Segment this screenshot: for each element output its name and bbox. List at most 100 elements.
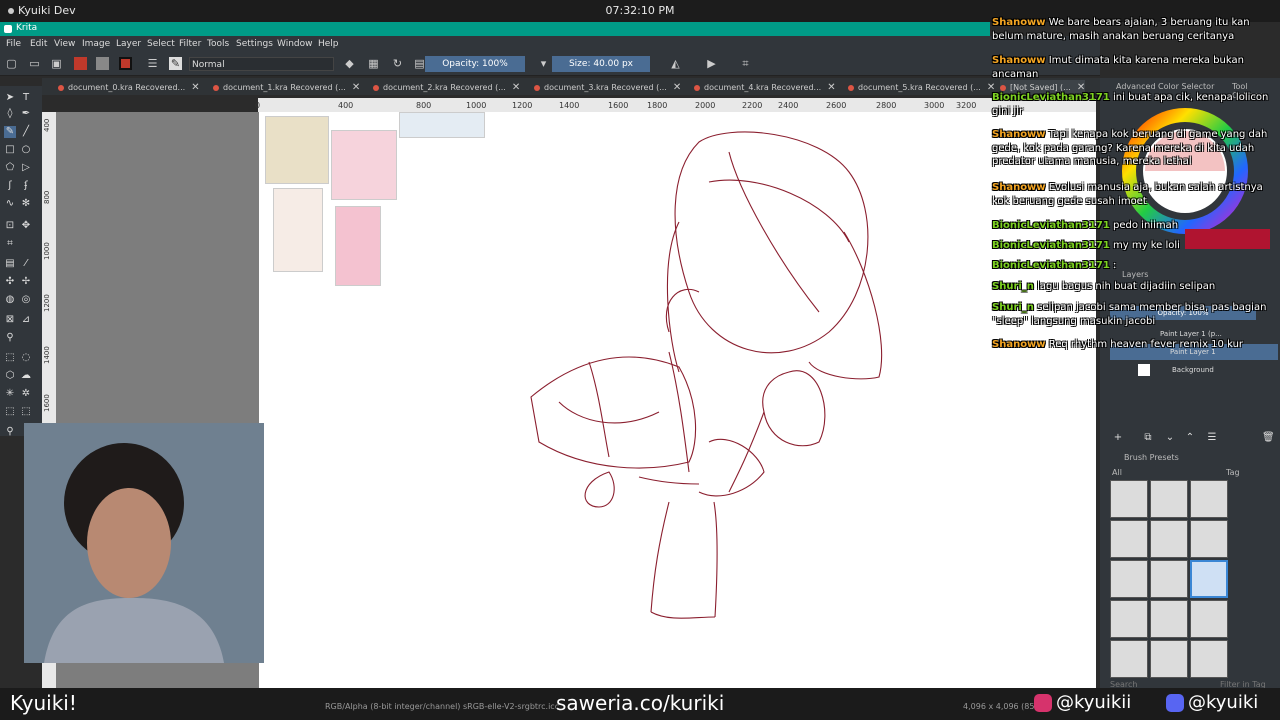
reload-icon[interactable]: ↻ [391,57,404,70]
select-shapes-icon[interactable]: ➤ [4,92,16,104]
brush-preset[interactable] [1110,520,1148,558]
brush-preset[interactable] [1150,480,1188,518]
add-layer-icon[interactable]: + [1112,432,1124,444]
line-tool-icon[interactable]: ╱ [20,126,32,138]
brush-preset[interactable] [1150,600,1188,638]
text-tool-icon[interactable]: T [20,92,32,104]
menu-select[interactable]: Select [147,39,175,49]
brush-preset[interactable] [1150,520,1188,558]
transform-tool-icon[interactable]: ⊡ [4,220,16,232]
tag-label[interactable]: Tag [1226,468,1240,477]
polygon-select-icon[interactable]: ⬡ [4,370,16,382]
move-tool-icon[interactable]: ✥ [20,220,32,232]
close-icon[interactable]: ✕ [352,80,360,95]
rect-select-icon[interactable]: ⬚ [4,352,16,364]
tab-document-4[interactable]: document_4.kra Recovered... ✕ [694,80,836,95]
measure-tool-icon[interactable]: ⊿ [20,314,32,326]
assistant-icon[interactable]: ⊠ [4,314,16,326]
save-icon[interactable]: ▣ [50,57,63,70]
gradient-icon[interactable] [96,57,109,70]
multibrush-icon[interactable]: ✻ [20,198,32,210]
freehand-select-icon[interactable]: ☁ [20,370,32,382]
close-icon[interactable]: ✕ [673,80,681,95]
menu-file[interactable]: File [6,39,21,49]
tab-document-5[interactable]: document_5.kra Recovered (... ✕ [848,80,995,95]
similar-select-icon[interactable]: ✲ [20,388,32,400]
mirror-vertical-icon[interactable]: ▶ [705,57,718,70]
ellipse-select-icon[interactable]: ◌ [20,352,32,364]
brush-settings-icon[interactable]: ☰ [146,57,159,70]
delete-layer-icon[interactable]: 🗑 [1262,432,1275,444]
brush-preset[interactable] [1150,640,1188,678]
close-icon[interactable]: ✕ [191,80,199,95]
magnetic-select-icon[interactable]: ⬚ [20,406,32,418]
layer-item[interactable]: Background [1110,362,1278,378]
brush-preset[interactable] [1150,560,1188,598]
polyline-tool-icon[interactable]: ▷ [20,162,32,174]
menu-edit[interactable]: Edit [30,39,47,49]
menu-tools[interactable]: Tools [207,39,229,49]
new-document-icon[interactable]: ▢ [5,57,18,70]
crop-icon[interactable]: ⌗ [739,57,752,70]
gradient-tool-icon[interactable]: ▤ [4,258,16,270]
move-layer-up-icon[interactable]: ⌃ [1184,432,1196,444]
brush-preset[interactable] [1110,640,1148,678]
bezier-select-icon[interactable]: ⬚ [4,406,16,418]
reference-tool-icon[interactable]: ⚲ [4,332,16,344]
contiguous-select-icon[interactable]: ✳ [4,388,16,400]
dynamic-brush-icon[interactable]: ∿ [4,198,16,210]
assistant-tool-icon[interactable]: ✢ [20,276,32,288]
eraser-icon[interactable]: ◆ [343,57,356,70]
mirror-horizontal-icon[interactable]: ◭ [669,57,682,70]
menu-view[interactable]: View [54,39,75,49]
pattern-icon[interactable] [74,57,87,70]
open-icon[interactable]: ▭ [28,57,41,70]
fg-bg-color-icon[interactable] [119,57,132,70]
menu-layer[interactable]: Layer [116,39,141,49]
alpha-lock-icon[interactable]: ▦ [367,57,380,70]
size-slider[interactable]: Size: 40.00 px [552,56,650,72]
opacity-slider[interactable]: Opacity: 100% [425,56,525,72]
menu-help[interactable]: Help [318,39,339,49]
calligraphy-icon[interactable]: ✒ [20,108,32,120]
bezier-tool-icon[interactable]: ʃ [4,180,16,192]
layer-properties-icon[interactable]: ☰ [1206,432,1218,444]
tab-document-1[interactable]: document_1.kra Recovered (... ✕ [213,80,360,95]
close-icon[interactable]: ✕ [512,80,520,95]
close-icon[interactable]: ✕ [827,80,835,95]
fill-tool-icon[interactable]: ◍ [4,294,16,306]
menu-settings[interactable]: Settings [236,39,273,49]
menu-window[interactable]: Window [277,39,313,49]
chevron-down-icon[interactable]: ▾ [537,57,550,70]
freehand-path-icon[interactable]: ʄ [20,180,32,192]
brush-filter-select[interactable]: All [1112,468,1122,477]
menu-filter[interactable]: Filter [179,39,201,49]
edit-shapes-icon[interactable]: ◊ [4,108,16,120]
brush-preset[interactable] [1110,480,1148,518]
rectangle-tool-icon[interactable]: □ [4,144,16,156]
move-layer-down-icon[interactable]: ⌄ [1164,432,1176,444]
duplicate-layer-icon[interactable]: ⧉ [1142,432,1154,444]
crop-tool-icon[interactable]: ⌗ [4,238,16,250]
color-picker-icon[interactable]: ⁄ [20,258,32,270]
tab-document-3[interactable]: document_3.kra Recovered (... ✕ [534,80,681,95]
brush-preset-icon[interactable]: ✎ [169,57,182,70]
ellipse-tool-icon[interactable]: ○ [20,144,32,156]
brush-preset-selected[interactable] [1190,560,1228,598]
brush-preset[interactable] [1110,560,1148,598]
brush-preset[interactable] [1190,600,1228,638]
drawing-canvas[interactable] [259,112,1096,688]
polygon-tool-icon[interactable]: ⬠ [4,162,16,174]
brush-preset[interactable] [1190,520,1228,558]
brush-preset[interactable] [1190,640,1228,678]
freehand-brush-icon[interactable]: ✎ [4,126,16,138]
tab-document-2[interactable]: document_2.kra Recovered (... ✕ [373,80,520,95]
tab-document-0[interactable]: document_0.kra Recovered... ✕ [58,80,200,95]
enclose-fill-icon[interactable]: ◎ [20,294,32,306]
zoom-tool-icon[interactable]: ⚲ [4,426,16,438]
brush-preset[interactable] [1190,480,1228,518]
smart-patch-icon[interactable]: ✣ [4,276,16,288]
blend-mode-select[interactable]: Normal [189,57,334,71]
menu-image[interactable]: Image [82,39,110,49]
brush-preset[interactable] [1110,600,1148,638]
